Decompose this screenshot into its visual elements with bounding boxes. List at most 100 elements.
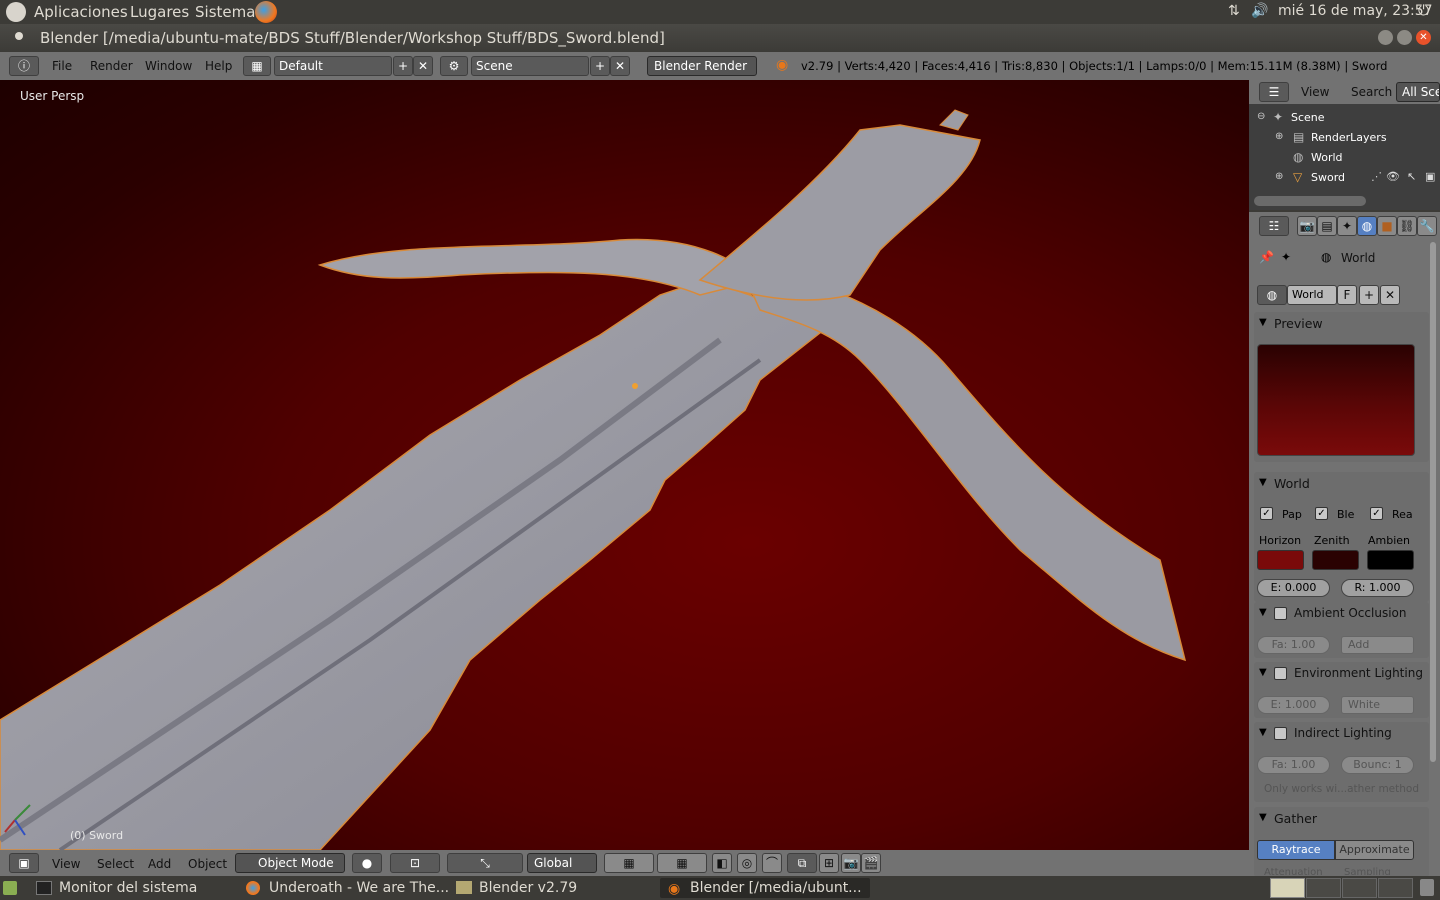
taskbar-item-active[interactable]: ◉ Blender [/media/ubunt...	[660, 878, 870, 898]
outliner-scrollbar[interactable]	[1254, 196, 1366, 206]
trash-icon[interactable]	[1420, 879, 1434, 896]
screen-layout-icon[interactable]: ▦	[243, 56, 271, 76]
volume-icon[interactable]: 🔊	[1251, 3, 1268, 19]
blend-sky-checkbox[interactable]: ✓	[1315, 507, 1328, 520]
layers-icon[interactable]: ▦	[604, 853, 654, 873]
sword-model[interactable]	[0, 80, 1249, 850]
expand-icon[interactable]: ⊕	[1275, 171, 1283, 182]
render-image-icon[interactable]: 📷	[841, 853, 861, 873]
pivot-icon[interactable]: ⊡	[390, 853, 440, 873]
menu-render[interactable]: Render	[90, 59, 133, 73]
world-browse-icon[interactable]: ◍	[1257, 285, 1287, 305]
network-icon[interactable]: ⇅	[1228, 3, 1240, 19]
outliner-row-sword[interactable]: ⊕ ▽ Sword ⋰ 👁 ↖ ▣	[1249, 168, 1440, 188]
manipulator-icon[interactable]: ⤡	[447, 853, 523, 873]
horizon-color-swatch[interactable]	[1257, 550, 1304, 570]
panel-title[interactable]: Ambient Occlusion	[1294, 606, 1406, 620]
indirect-bounce-field[interactable]: Bounc: 1	[1341, 756, 1414, 774]
menu-view[interactable]: View	[52, 857, 80, 871]
env-energy-field[interactable]: E: 1.000	[1257, 696, 1330, 714]
orientation-select[interactable]: Global	[527, 853, 597, 873]
panel-title[interactable]: Indirect Lighting	[1294, 726, 1392, 740]
expand-icon[interactable]: ⊕	[1275, 131, 1283, 142]
panel-collapse-icon[interactable]: ▼	[1259, 607, 1267, 618]
paper-sky-checkbox[interactable]: ✓	[1260, 507, 1273, 520]
ubuntu-logo-icon[interactable]	[6, 2, 26, 22]
shading-icon[interactable]: ●	[352, 853, 382, 873]
ao-factor-field[interactable]: Fa: 1.00	[1257, 636, 1330, 654]
visibility-eye-icon[interactable]: 👁	[1386, 170, 1400, 183]
close-icon[interactable]: ✕	[1416, 30, 1431, 45]
unlink-world-icon[interactable]: ✕	[1380, 285, 1400, 305]
minimize-icon[interactable]	[1378, 30, 1393, 45]
tab-modifiers-icon[interactable]: 🔧	[1417, 216, 1437, 236]
add-layout-icon[interactable]: +	[393, 56, 413, 76]
tab-scene-icon[interactable]: ✦	[1337, 216, 1357, 236]
menu-applications[interactable]: Aplicaciones	[34, 3, 128, 21]
menu-object[interactable]: Object	[188, 857, 227, 871]
ao-enable-checkbox[interactable]	[1274, 607, 1287, 620]
tab-object-icon[interactable]: ■	[1377, 216, 1397, 236]
panel-collapse-icon[interactable]: ▼	[1259, 812, 1267, 823]
ambient-color-swatch[interactable]	[1367, 550, 1414, 570]
panel-collapse-icon[interactable]: ▼	[1259, 477, 1267, 488]
menu-places[interactable]: Lugares	[130, 3, 189, 21]
new-world-icon[interactable]: +	[1359, 285, 1379, 305]
panel-title[interactable]: Preview	[1274, 316, 1323, 331]
indirect-factor-field[interactable]: Fa: 1.00	[1257, 756, 1330, 774]
tab-constraints-icon[interactable]: ⛓	[1397, 216, 1417, 236]
firefox-icon[interactable]	[255, 1, 277, 23]
tab-render-icon[interactable]: 📷	[1297, 216, 1317, 236]
selectable-arrow-icon[interactable]: ↖	[1407, 170, 1416, 183]
menu-file[interactable]: File	[52, 59, 72, 73]
snap-icon[interactable]: ⧉	[787, 853, 817, 873]
gather-approximate-button[interactable]: Approximate	[1335, 840, 1414, 860]
menu-window[interactable]: Window	[145, 59, 192, 73]
window-menu-icon[interactable]	[15, 32, 23, 40]
world-datablock-field[interactable]: World	[1287, 285, 1337, 305]
lock-layers-icon[interactable]: ◧	[712, 853, 732, 873]
menu-select[interactable]: Select	[97, 857, 134, 871]
env-enable-checkbox[interactable]	[1274, 667, 1287, 680]
pin-icon[interactable]: 📌	[1259, 250, 1274, 264]
snap-target-icon[interactable]: ⊞	[819, 853, 839, 873]
real-sky-checkbox[interactable]: ✓	[1370, 507, 1383, 520]
panel-collapse-icon[interactable]: ▼	[1259, 727, 1267, 738]
layout-field[interactable]: Default	[274, 56, 392, 76]
panel-title[interactable]: World	[1274, 476, 1310, 491]
workspace-1[interactable]	[1270, 878, 1305, 898]
scene-icon[interactable]: ⚙	[440, 56, 468, 76]
scene-field[interactable]: Scene	[471, 56, 589, 76]
render-anim-icon[interactable]: 🎬	[861, 853, 881, 873]
indirect-enable-checkbox[interactable]	[1274, 727, 1287, 740]
clock[interactable]: mié 16 de may, 23:57	[1278, 3, 1433, 19]
outliner-row-scene[interactable]: ⊖ ✦ Scene	[1249, 108, 1440, 128]
editor-type-3dview-icon[interactable]: ▣	[9, 853, 39, 873]
env-color-select[interactable]: White	[1341, 696, 1414, 714]
fake-user-button[interactable]: F	[1337, 285, 1357, 305]
window-titlebar[interactable]: Blender [/media/ubuntu-mate/BDS Stuff/Bl…	[0, 24, 1440, 52]
taskbar-item[interactable]: Monitor del sistema	[30, 878, 235, 898]
layers-2-icon[interactable]: ▦	[657, 853, 707, 873]
panel-collapse-icon[interactable]: ▼	[1259, 667, 1267, 678]
maximize-icon[interactable]	[1397, 30, 1412, 45]
remove-scene-icon[interactable]: ✕	[610, 56, 630, 76]
taskbar-item[interactable]: Blender v2.79	[450, 878, 655, 898]
ao-blend-select[interactable]: Add	[1341, 636, 1414, 654]
show-desktop-icon[interactable]	[3, 881, 17, 895]
render-engine-select[interactable]: Blender Render	[647, 56, 757, 76]
proportional-icon[interactable]: ◎	[737, 853, 757, 873]
outliner-menu-search[interactable]: Search	[1351, 85, 1392, 99]
gather-raytrace-button[interactable]: Raytrace	[1257, 840, 1335, 860]
outliner-display-select[interactable]: All Scen	[1396, 82, 1440, 102]
range-field[interactable]: R: 1.000	[1341, 579, 1414, 597]
panel-collapse-icon[interactable]: ▼	[1259, 317, 1267, 328]
power-icon[interactable]: ⏻	[1418, 3, 1429, 19]
mode-select[interactable]: Object Mode	[235, 853, 345, 873]
workspace-4[interactable]	[1378, 878, 1413, 898]
properties-scrollbar[interactable]	[1430, 242, 1436, 762]
renderable-camera-icon[interactable]: ▣	[1425, 170, 1435, 183]
outliner-menu-view[interactable]: View	[1301, 85, 1329, 99]
zenith-color-swatch[interactable]	[1312, 550, 1359, 570]
menu-help[interactable]: Help	[205, 59, 232, 73]
